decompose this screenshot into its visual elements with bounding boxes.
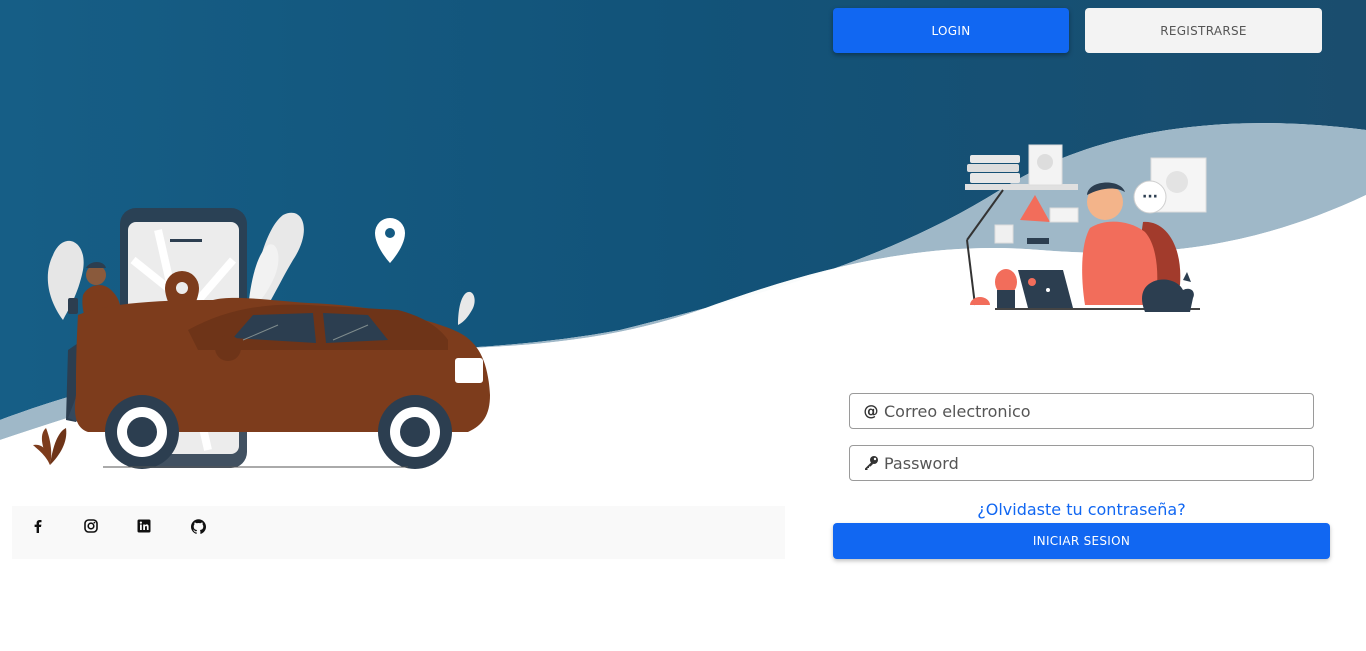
instagram-link[interactable] (77, 512, 105, 540)
at-icon: @ (859, 403, 883, 419)
login-submit-button[interactable]: INICIAR SESION (833, 523, 1330, 559)
home-office-illustration: ··· (965, 144, 1207, 312)
linkedin-icon (137, 519, 151, 533)
password-input[interactable] (883, 447, 1313, 479)
email-input[interactable] (883, 395, 1313, 427)
svg-text:@: @ (864, 403, 879, 419)
facebook-icon (34, 520, 42, 533)
forgot-password-link[interactable]: ¿Olvidaste tu contraseña? (833, 500, 1330, 519)
linkedin-link[interactable] (130, 512, 158, 540)
instagram-icon (84, 519, 98, 533)
tab-login[interactable]: LOGIN (833, 8, 1069, 53)
social-links-bar (12, 506, 785, 559)
facebook-link[interactable] (24, 512, 52, 540)
password-field[interactable] (849, 445, 1314, 481)
car-illustration (33, 208, 490, 469)
login-page: LOGIN REGISTRARSE ··· @ Correo electroni… (0, 0, 1366, 651)
github-icon (190, 518, 206, 534)
github-link[interactable] (184, 512, 212, 540)
key-icon (859, 455, 883, 471)
tab-register[interactable]: REGISTRARSE (1085, 8, 1322, 53)
svg-text:···: ··· (1142, 189, 1158, 205)
email-field[interactable]: @ (849, 393, 1314, 429)
